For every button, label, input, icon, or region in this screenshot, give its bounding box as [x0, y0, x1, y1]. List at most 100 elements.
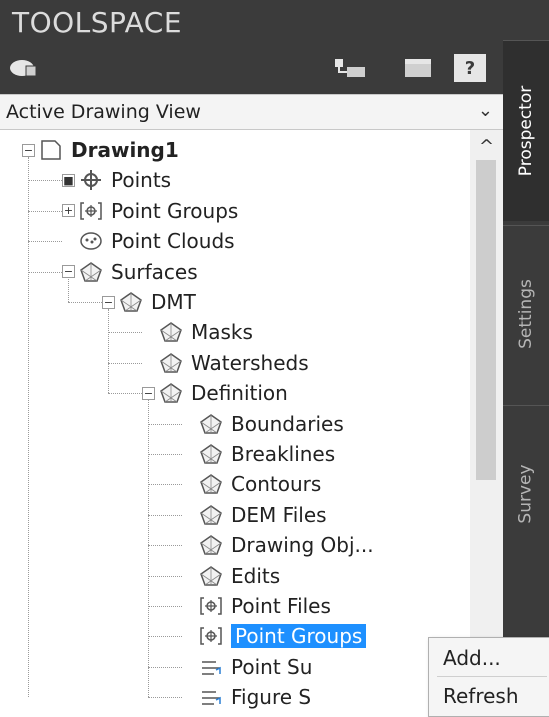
tree-connector-line: [148, 423, 182, 425]
help-label: ?: [464, 57, 476, 79]
tree-node-label: Figure S: [231, 685, 312, 710]
tree-node-breaklines[interactable]: Breaklines: [182, 439, 335, 469]
tree-node-point-clouds[interactable]: Point Clouds: [62, 226, 235, 256]
panel-icon[interactable]: [400, 54, 436, 82]
tree-connector-line: [108, 309, 109, 394]
tab-label: Survey: [516, 463, 537, 524]
tree-node-label: Edits: [231, 563, 281, 588]
point-groups-icon: [199, 624, 223, 648]
tree-connector-line: [148, 400, 149, 698]
tree-connector-line: [148, 454, 182, 455]
tree-node-points[interactable]: ■ Points: [62, 165, 171, 195]
tree-node-drawing1[interactable]: − Drawing1: [22, 135, 179, 165]
settings-cloud-icon[interactable]: [6, 52, 40, 82]
tree-connector-line: [148, 514, 182, 516]
tree-node-label: Masks: [191, 320, 253, 345]
tree-node-point-groups[interactable]: + Point Groups: [62, 196, 238, 226]
tree-node-drawing-obj[interactable]: Drawing Obj...: [182, 530, 374, 560]
point-survey-icon: [199, 655, 223, 679]
tree-node-label: Breaklines: [231, 442, 336, 466]
tree-node-edits[interactable]: Edits: [182, 561, 280, 591]
contours-icon: [199, 472, 223, 496]
tree-node-label: Points: [111, 168, 172, 193]
surfaces-icon: [79, 260, 103, 284]
surface-icon: [119, 290, 143, 314]
point-icon: [79, 168, 103, 192]
point-files-icon: [199, 594, 223, 618]
tab-prospector[interactable]: Prospector: [503, 40, 549, 221]
tree-connector-line: [148, 697, 182, 699]
tree-connector-line: [68, 302, 102, 303]
tree-connector-line: [28, 271, 62, 273]
tree-connector-line: [28, 180, 62, 182]
chevron-down-icon: ⌄: [477, 100, 493, 121]
tree-node-label: Point Clouds: [111, 229, 235, 254]
definition-icon: [159, 381, 183, 405]
tree-connector-line: [148, 666, 182, 668]
tree-node-label: Boundaries: [231, 411, 344, 436]
tree-connector-line: [148, 575, 182, 577]
tree-connector-line: [108, 362, 142, 364]
tab-label: Prospector: [516, 85, 537, 177]
breaklines-icon: [199, 442, 223, 466]
tree-node-dem-files[interactable]: DEM Files: [182, 500, 327, 530]
tree-node-boundaries[interactable]: Boundaries: [182, 409, 344, 439]
panel-title: TOOLSPACE: [12, 6, 183, 39]
tree-node-watersheds[interactable]: Watersheds: [142, 348, 309, 378]
tree-node-surfaces[interactable]: − Surfaces: [62, 257, 198, 287]
tree-node-figure-s[interactable]: Figure S: [182, 682, 311, 712]
tree-node-label: Drawing1: [71, 138, 179, 162]
tree-node-masks[interactable]: Masks: [142, 317, 253, 347]
tree-node-label: Point Groups: [231, 624, 367, 649]
tree-scrollbar[interactable]: ^: [470, 130, 503, 715]
scroll-up-arrow-icon[interactable]: ^: [470, 130, 503, 160]
tree-connector-line: [108, 332, 142, 334]
menu-item-add[interactable]: Add...: [443, 646, 501, 670]
tree-node-label: Definition: [191, 381, 288, 406]
tree-node-point-su[interactable]: Point Su: [182, 652, 312, 682]
tree-node-point-groups[interactable]: Point Groups: [182, 621, 367, 651]
drawing-icon: [39, 138, 63, 162]
tree-node-point-files[interactable]: Point Files: [182, 591, 331, 621]
tab-survey[interactable]: Survey: [503, 405, 549, 581]
tree-node-dmt[interactable]: − DMT: [102, 287, 196, 317]
expand-toggle-icon[interactable]: −: [62, 265, 75, 279]
expand-toggle-icon[interactable]: −: [142, 386, 155, 400]
tree-node-label: Surfaces: [111, 259, 198, 284]
tree-node-label: Point Files: [231, 594, 331, 618]
figure-survey-icon: [199, 685, 223, 709]
tree-connector-line: [148, 606, 182, 607]
tree-node-label: Drawing Obj...: [231, 533, 374, 558]
watersheds-icon: [159, 351, 183, 375]
point-clouds-icon: [79, 229, 103, 253]
tab-settings[interactable]: Settings: [503, 225, 549, 401]
side-tab-strip: Prospector Settings Survey: [503, 0, 549, 715]
masks-icon: [159, 320, 183, 344]
tree-node-contours[interactable]: Contours: [182, 469, 321, 499]
expand-toggle-icon[interactable]: +: [62, 204, 75, 218]
tree-connector-line: [148, 484, 182, 486]
toolspace-header: TOOLSPACE ?: [0, 0, 503, 94]
menu-item-refresh[interactable]: Refresh: [443, 684, 519, 708]
tree-connector-line: [148, 545, 182, 547]
menu-divider: [437, 676, 547, 677]
tree-connector-line: [148, 636, 182, 638]
expand-toggle-icon[interactable]: −: [22, 143, 35, 157]
edits-icon: [199, 564, 223, 588]
tree-connector-line: [108, 393, 142, 395]
tree-node-label: DMT: [151, 290, 196, 314]
tree-node-label: Point Groups: [111, 198, 239, 223]
expand-toggle-icon[interactable]: ■: [62, 173, 75, 187]
drawing-objects-icon: [199, 533, 223, 557]
active-view-dropdown[interactable]: Active Drawing View ⌄: [0, 94, 503, 130]
help-icon[interactable]: ?: [454, 54, 486, 82]
point-groups-icon: [79, 199, 103, 223]
tree-node-definition[interactable]: − Definition: [142, 378, 288, 408]
tree-node-label: Watersheds: [191, 350, 309, 375]
tree-view-icon[interactable]: [330, 54, 370, 82]
context-menu: Add... Refresh: [428, 637, 549, 717]
tree-connector-line: [28, 241, 62, 243]
dropdown-value: Active Drawing View: [6, 101, 201, 123]
scroll-thumb[interactable]: [476, 160, 496, 480]
expand-toggle-icon[interactable]: −: [102, 295, 115, 309]
